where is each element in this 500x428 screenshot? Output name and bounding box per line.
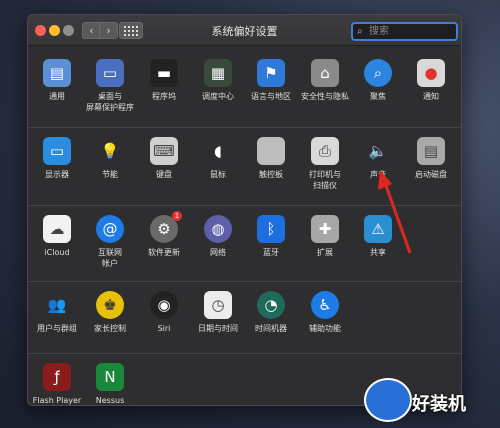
watermark: 好装机 bbox=[360, 370, 500, 428]
watermark-logo-icon bbox=[364, 378, 412, 422]
annotation-arrow bbox=[378, 170, 412, 254]
watermark-text: 好装机 bbox=[412, 394, 466, 415]
